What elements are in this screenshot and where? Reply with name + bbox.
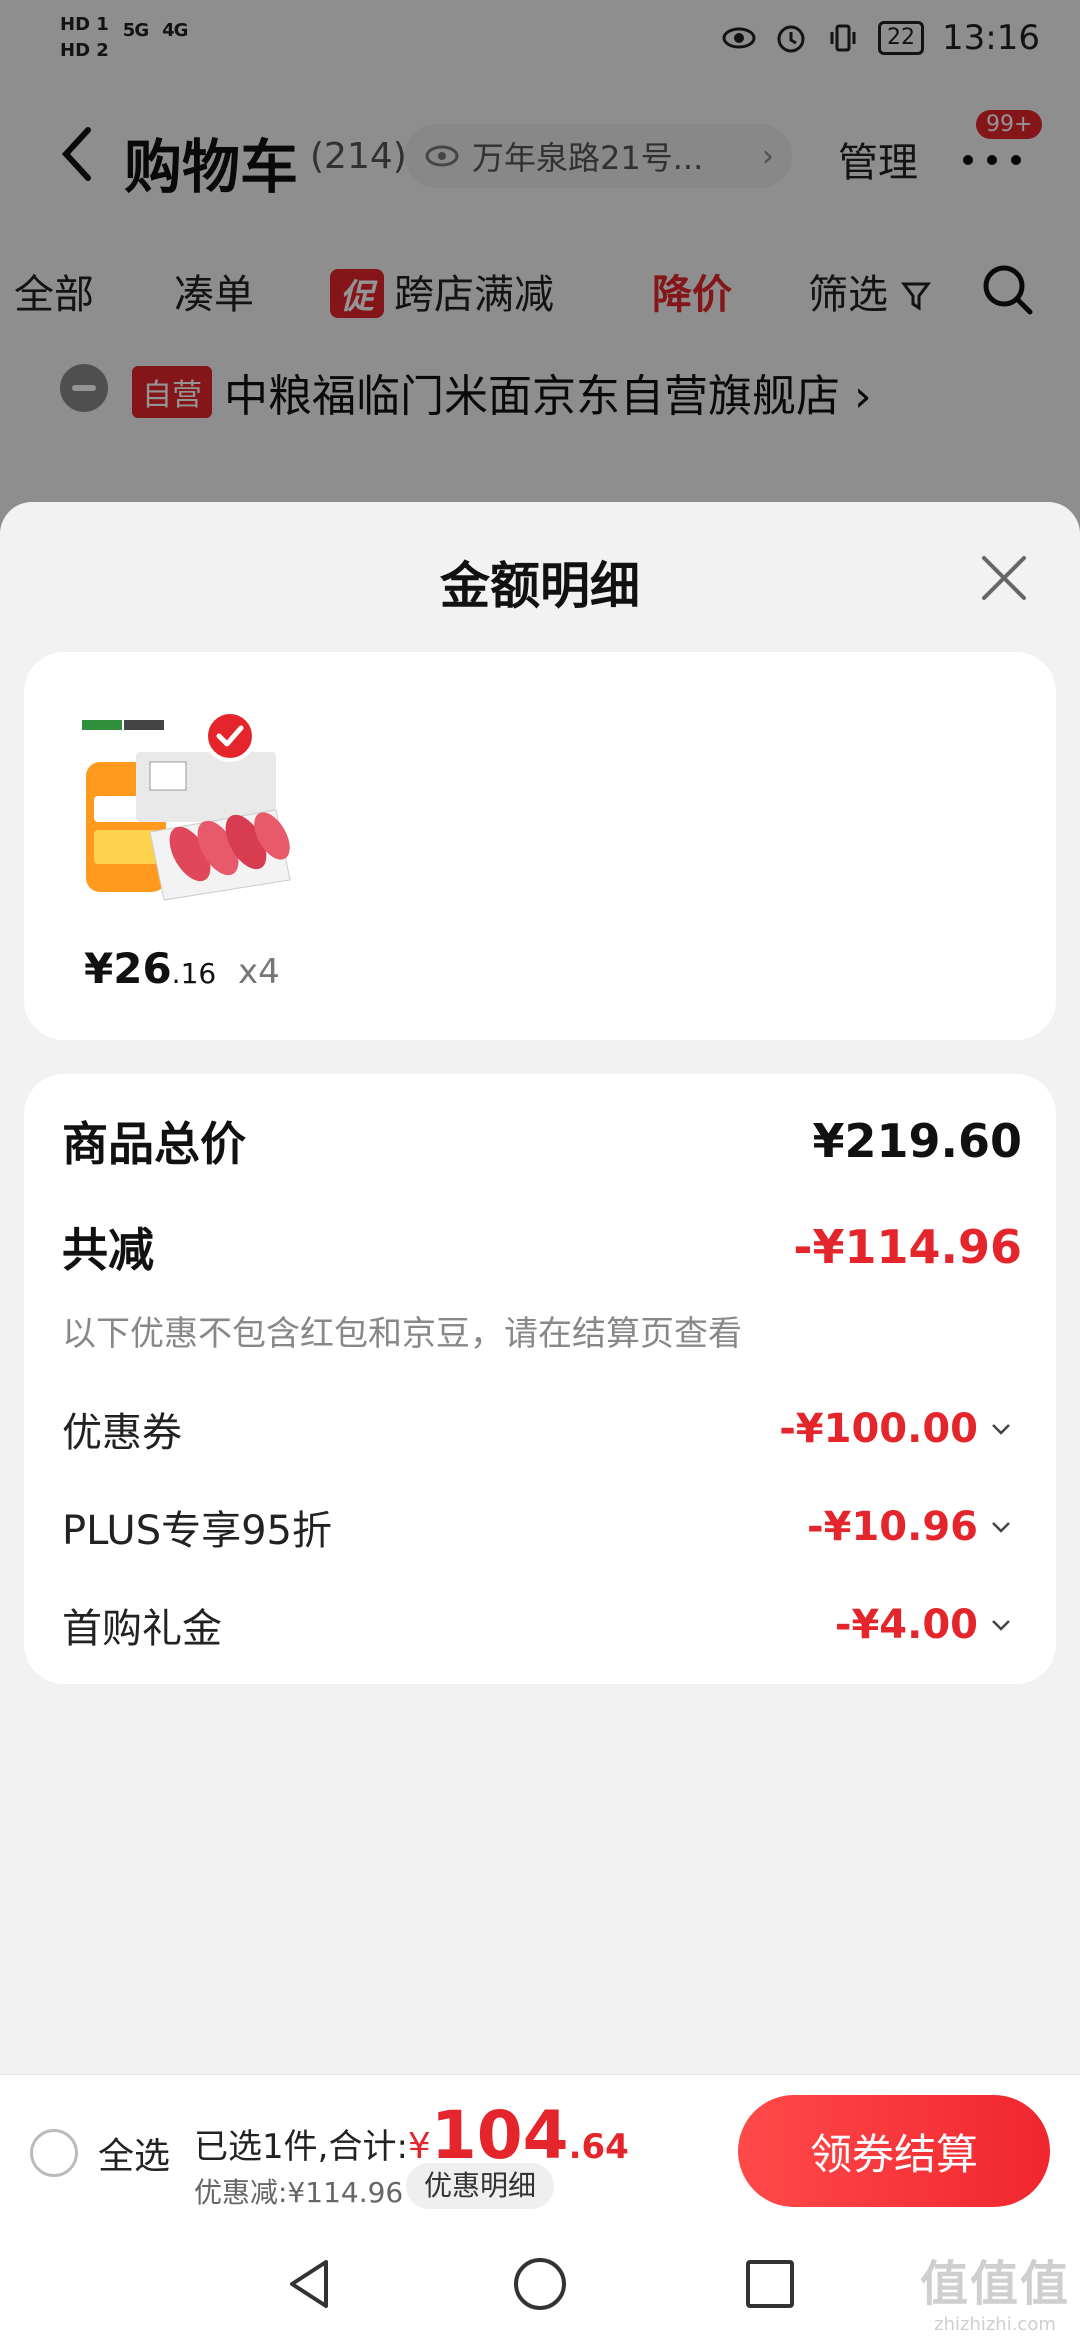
discount-value: -¥100.00 — [779, 1406, 978, 1452]
price-detail-card: 商品总价 ¥219.60 共减 -¥114.96 以下优惠不包含红包和京豆，请在… — [24, 1074, 1056, 1684]
discount-summary: 优惠减:¥114.96 — [194, 2176, 404, 2209]
cart-page-background: HD 1 HD 2 5G 4G 22 13:16 购物车 (214) 万年泉路2… — [0, 0, 1080, 560]
discount-label: 首购礼金 — [62, 1606, 222, 1652]
discount-row-coupon[interactable]: 优惠券 -¥100.00 — [62, 1400, 1012, 1458]
total-decimal: .64 — [568, 2127, 629, 2167]
reduce-label: 共减 — [62, 1223, 154, 1277]
watermark-logo: 值值值 zhizhizhi.com — [920, 2244, 1070, 2335]
dim-overlay[interactable] — [0, 0, 1080, 560]
reduce-note: 以下优惠不包含红包和京豆，请在结算页查看 — [62, 1314, 742, 1354]
total-row: 商品总价 ¥219.60 — [62, 1108, 1022, 1174]
reduce-row: 共减 -¥114.96 — [62, 1214, 1022, 1280]
selected-text: 已选1件,合计: — [194, 2127, 408, 2167]
chevron-down-icon — [992, 1424, 1010, 1435]
watermark-sub: zhizhizhi.com — [934, 2314, 1056, 2335]
discount-value: -¥4.00 — [834, 1602, 978, 1648]
amount-detail-sheet: 金额明细 ¥26.16 x4 商品总价 ¥219.60 共减 -¥114.96 … — [0, 502, 1080, 2074]
product-price-decimal: .16 — [171, 957, 217, 990]
total-value: ¥219.60 — [812, 1114, 1022, 1168]
nav-recent-icon[interactable] — [746, 2260, 794, 2308]
discount-row-plus[interactable]: PLUS专享95折 -¥10.96 — [62, 1498, 1012, 1556]
currency-symbol: ¥ — [407, 2126, 431, 2167]
product-image[interactable] — [80, 712, 310, 942]
discount-value: -¥10.96 — [807, 1504, 978, 1550]
checkout-bar: 全选 已选1件,合计: ¥ 104 .64 优惠减:¥114.96 优惠明细 领… — [0, 2074, 1080, 2222]
product-quantity: x4 — [238, 952, 280, 992]
select-all-label[interactable]: 全选 — [98, 2127, 170, 2179]
discount-row-first-purchase[interactable]: 首购礼金 -¥4.00 — [62, 1596, 1012, 1654]
total-summary: 已选1件,合计: ¥ 104 .64 — [194, 2097, 629, 2174]
system-navigation-bar — [0, 2222, 1080, 2340]
checkout-button[interactable]: 领券结算 — [738, 2095, 1050, 2207]
nav-back-icon[interactable] — [286, 2258, 334, 2310]
nav-home-icon[interactable] — [514, 2258, 566, 2310]
reduce-value: -¥114.96 — [793, 1220, 1022, 1274]
discount-label: PLUS专享95折 — [62, 1508, 332, 1554]
total-label: 商品总价 — [62, 1117, 246, 1171]
close-icon[interactable] — [978, 552, 1030, 604]
chevron-down-icon — [992, 1522, 1010, 1533]
product-price: ¥26.16 — [84, 944, 216, 993]
product-price-main: ¥26 — [84, 944, 172, 993]
chevron-down-icon — [992, 1620, 1010, 1631]
select-all-radio[interactable] — [30, 2129, 78, 2177]
watermark-main: 值值值 — [920, 2256, 1071, 2312]
check-icon[interactable] — [204, 710, 256, 762]
product-card: ¥26.16 x4 — [24, 652, 1056, 1040]
discount-detail-button[interactable]: 优惠明细 — [406, 2163, 555, 2209]
sheet-title: 金额明细 — [440, 557, 640, 615]
discount-label: 优惠券 — [62, 1410, 182, 1456]
